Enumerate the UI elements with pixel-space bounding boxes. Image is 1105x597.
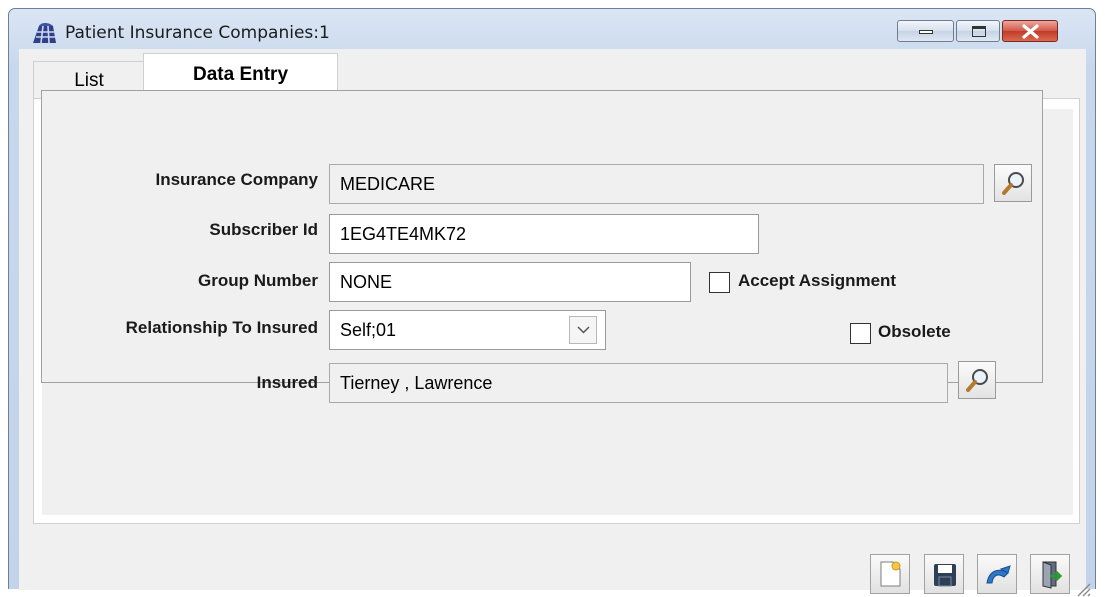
magnifier-icon <box>1002 172 1024 195</box>
relationship-label: Relationship To Insured <box>125 318 318 337</box>
maximize-icon <box>972 26 986 37</box>
insured-field[interactable]: Tierney , Lawrence <box>329 363 948 403</box>
insured-lookup-button[interactable] <box>958 361 996 399</box>
obsolete-checkbox[interactable] <box>850 323 871 344</box>
relationship-value: Self;01 <box>340 320 397 340</box>
title-bar[interactable]: Patient Insurance Companies:1 <box>9 9 1095 49</box>
minimize-button[interactable] <box>897 20 954 42</box>
chevron-down-icon <box>577 326 590 334</box>
accept-assignment-checkbox[interactable] <box>709 272 730 293</box>
minimize-icon <box>919 30 933 34</box>
undo-icon <box>986 565 1011 584</box>
new-document-icon <box>880 561 901 587</box>
insurance-company-lookup-button[interactable] <box>994 164 1032 202</box>
resize-grip-icon[interactable] <box>1073 579 1091 597</box>
close-icon <box>1022 24 1039 39</box>
group-number-field[interactable]: NONE <box>329 262 691 302</box>
subscriber-id-field[interactable]: 1EG4TE4MK72 <box>329 214 759 254</box>
window-title: Patient Insurance Companies:1 <box>65 23 330 43</box>
magnifier-icon <box>966 369 988 392</box>
insurance-company-field[interactable]: MEDICARE <box>329 164 984 204</box>
undo-button[interactable] <box>977 554 1017 594</box>
maximize-button[interactable] <box>956 20 1000 42</box>
save-icon <box>934 564 956 587</box>
insurance-details-group: Insurance Company MEDICARE Subscriber Id… <box>41 90 1043 403</box>
subscriber-id-label: Subscriber Id <box>209 220 318 239</box>
accept-assignment-label: Accept Assignment <box>738 271 897 290</box>
save-button[interactable] <box>924 554 964 594</box>
new-button[interactable] <box>870 554 910 594</box>
relationship-dropdown-button[interactable] <box>569 316 597 344</box>
group-number-label: Group Number <box>198 271 318 290</box>
close-button[interactable] <box>1002 20 1058 42</box>
insured-label: Insured <box>256 373 318 392</box>
exit-door-icon <box>1042 561 1062 589</box>
insurance-company-label: Insurance Company <box>155 170 319 189</box>
building-grid-icon <box>33 23 56 44</box>
relationship-select[interactable]: Self;01 <box>329 310 606 350</box>
exit-button[interactable] <box>1030 554 1070 594</box>
obsolete-label: Obsolete <box>878 322 951 341</box>
